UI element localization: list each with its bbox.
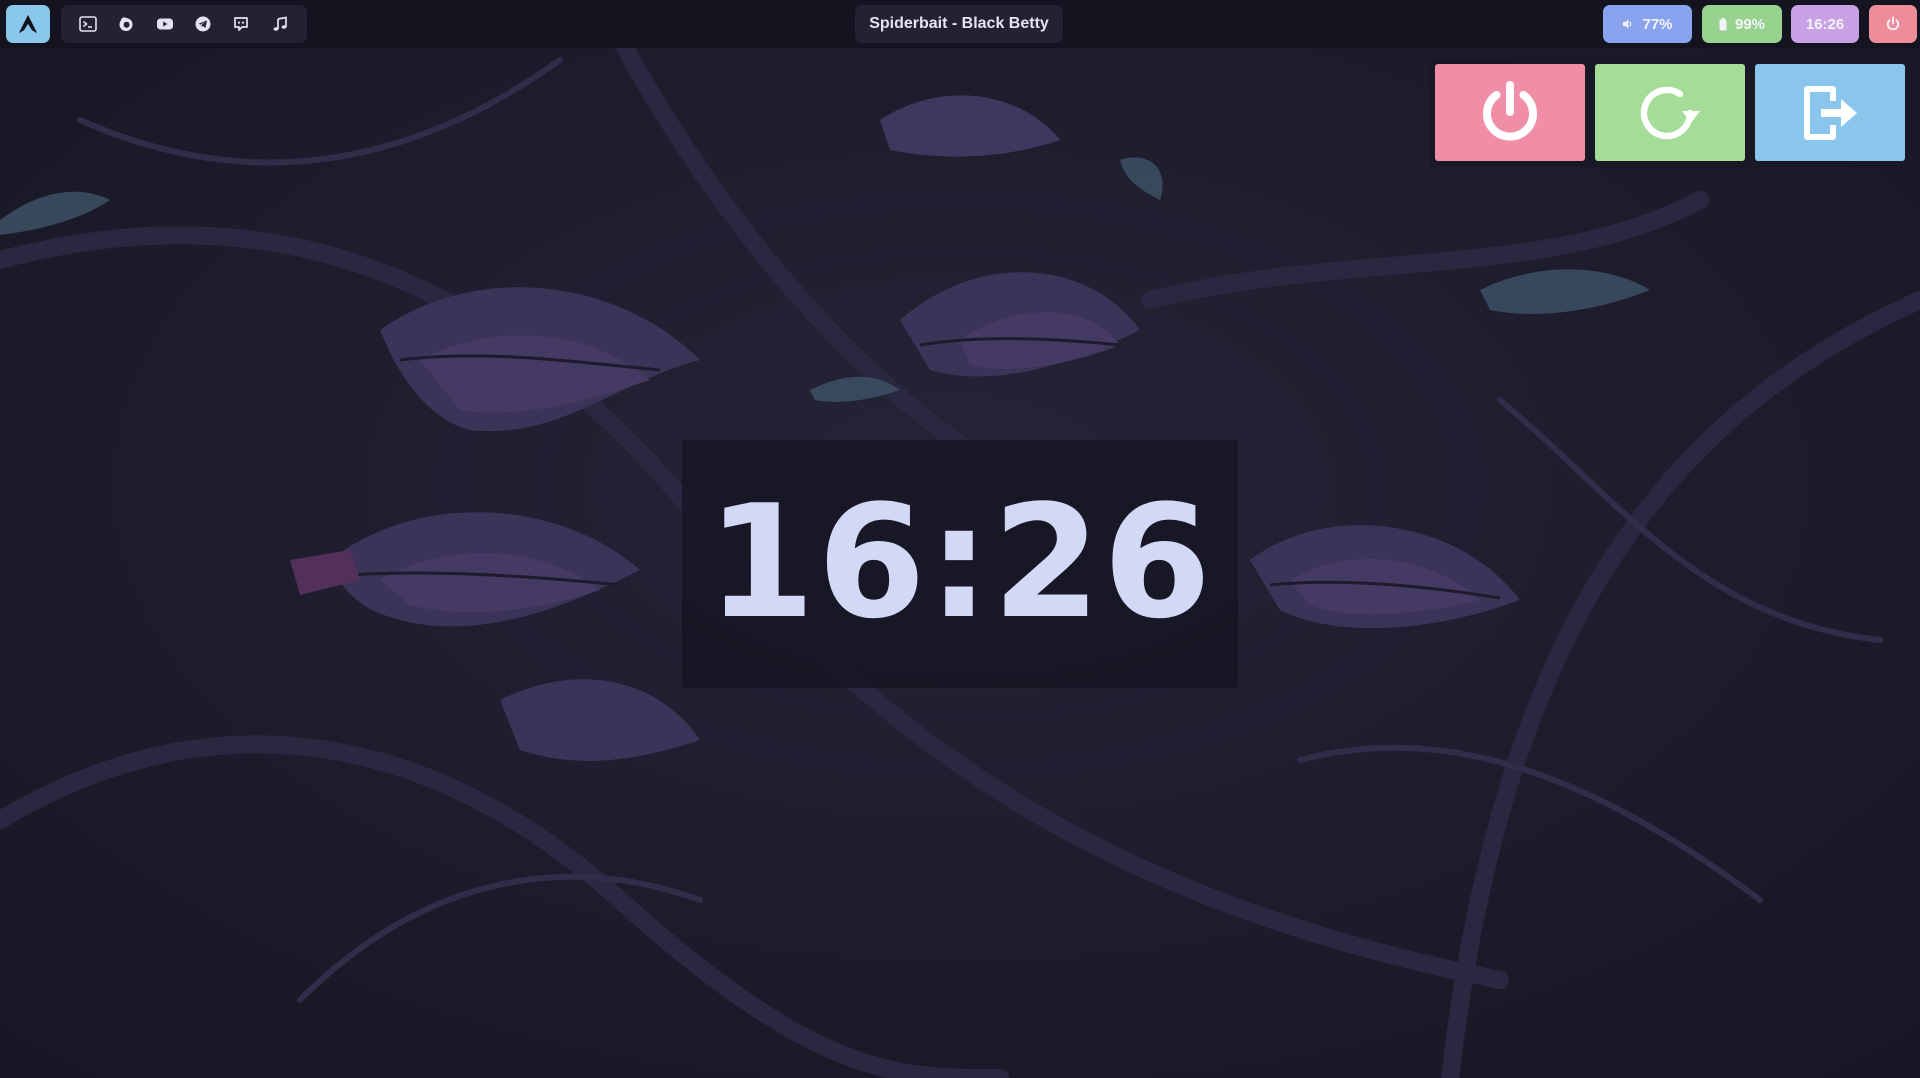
battery-icon <box>1719 17 1727 30</box>
app-launcher-button[interactable] <box>6 5 50 43</box>
firefox-icon[interactable] <box>113 11 139 37</box>
pinned-apps <box>61 5 307 43</box>
discord-icon[interactable] <box>228 11 254 37</box>
top-bar: Spiderbait - Black Betty 77% 99% 16:26 <box>0 0 1920 48</box>
power-icon <box>1886 16 1900 31</box>
power-menu-button[interactable] <box>1869 5 1917 43</box>
power-icon <box>1483 80 1537 141</box>
topbar-clock[interactable]: 16:26 <box>1791 5 1859 43</box>
volume-level: 77% <box>1642 15 1673 33</box>
music-note-icon[interactable] <box>267 11 293 37</box>
session-menu <box>1430 59 1910 167</box>
logout-button[interactable] <box>1755 64 1905 161</box>
terminal-icon[interactable] <box>75 11 101 37</box>
battery-indicator[interactable]: 99% <box>1702 5 1782 43</box>
shutdown-button[interactable] <box>1435 64 1585 161</box>
desktop: Spiderbait - Black Betty 77% 99% 16:26 1… <box>0 0 1920 1078</box>
arch-logo-icon <box>18 14 38 34</box>
volume-indicator[interactable]: 77% <box>1603 5 1692 43</box>
active-window-title[interactable]: Spiderbait - Black Betty <box>855 5 1063 43</box>
desktop-clock-time: 16:26 <box>706 471 1214 653</box>
logout-icon <box>1804 85 1857 140</box>
battery-level: 99% <box>1734 15 1766 33</box>
youtube-icon[interactable] <box>152 11 178 37</box>
reboot-button[interactable] <box>1595 64 1745 161</box>
reboot-icon <box>1640 86 1700 139</box>
desktop-clock-widget: 16:26 <box>682 440 1238 688</box>
volume-icon <box>1623 19 1632 29</box>
telegram-icon[interactable] <box>190 11 216 37</box>
topbar-clock-time: 16:26 <box>1805 15 1845 33</box>
